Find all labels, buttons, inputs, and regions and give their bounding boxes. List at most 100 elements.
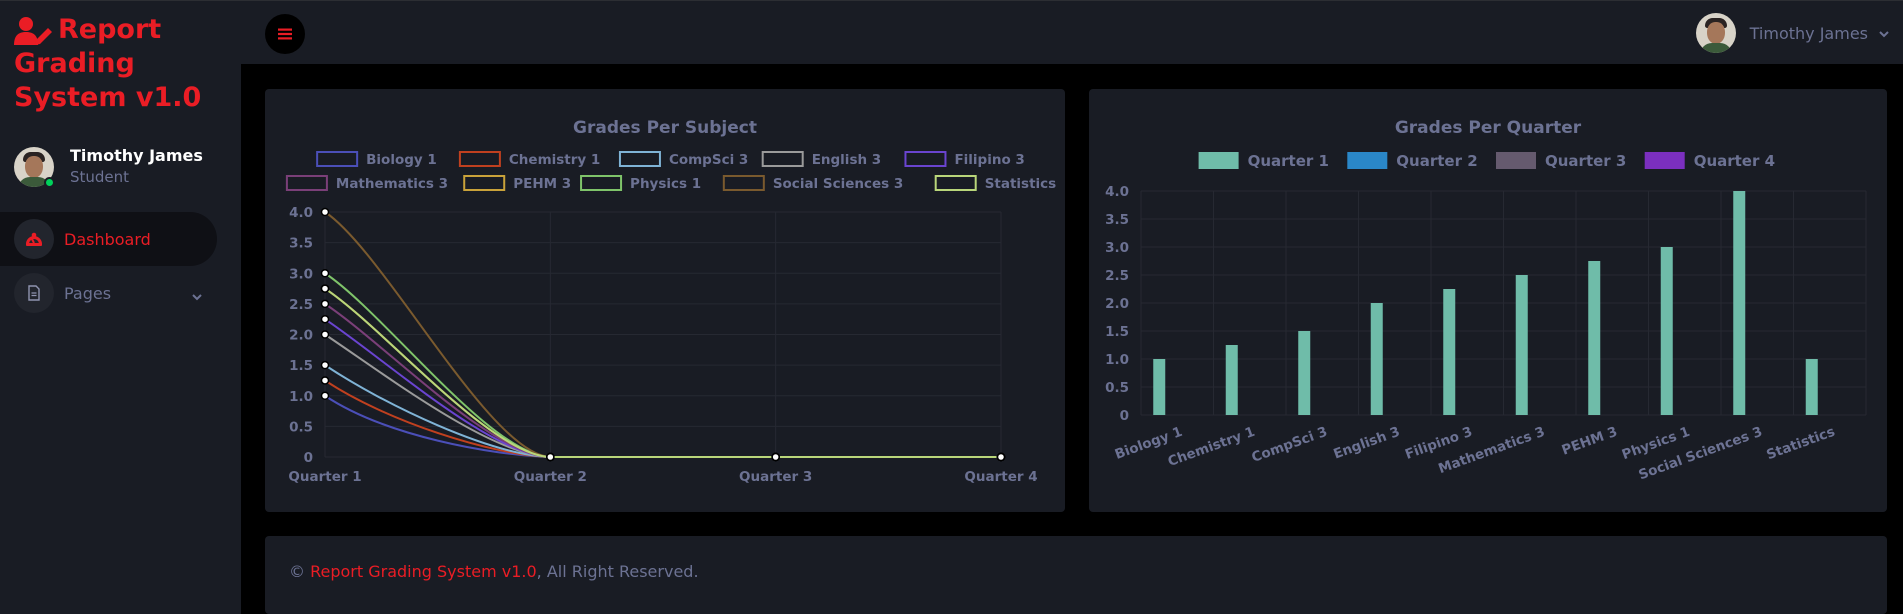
document-icon (14, 273, 54, 313)
legend-swatch (1644, 152, 1685, 169)
profile-name: Timothy James (70, 146, 203, 165)
bar (1515, 275, 1528, 415)
x-tick-label: Quarter 3 (739, 469, 812, 485)
y-tick-label: 4.0 (289, 205, 313, 221)
legend-swatch (934, 175, 977, 191)
y-tick-label: 1.5 (1105, 324, 1129, 340)
profile-role: Student (70, 168, 130, 186)
legend-label: Statistics (985, 176, 1057, 192)
sidebar: Report Grading System v1.0 Timothy James… (0, 0, 241, 614)
series-line (324, 364, 1001, 458)
user-menu[interactable]: Timothy James (1695, 13, 1890, 53)
brand-title[interactable]: Report Grading System v1.0 (14, 13, 234, 115)
bar (1370, 303, 1383, 415)
grades-per-quarter-chart: Grades Per Quarter Quarter 1 Quarter 2 Quar… (1105, 118, 1867, 484)
legend-swatch (1347, 152, 1388, 169)
x-tick-label: PEHM 3 (1560, 424, 1620, 459)
bar (1660, 247, 1673, 415)
sidebar-profile: Timothy James Student (14, 146, 203, 188)
x-tick-label: Quarter 1 (288, 469, 361, 485)
legend-swatch (618, 151, 661, 167)
data-point (320, 284, 330, 293)
x-tick-label: CompSci 3 (1250, 424, 1330, 466)
y-tick-label: 2.5 (1105, 268, 1129, 284)
footer-text: © Report Grading System v1.0, All Right … (289, 562, 699, 581)
chevron-down-icon (1878, 24, 1890, 43)
brand[interactable]: Report Grading System v1.0 (14, 13, 234, 123)
y-tick-label: 0.5 (1105, 380, 1129, 396)
copyright-symbol: © (289, 562, 305, 581)
data-point (320, 269, 330, 278)
legend-label: Mathematics 3 (336, 176, 448, 192)
legend-label: Physics 1 (630, 176, 701, 192)
legend-label: CompSci 3 (669, 152, 748, 168)
data-point (320, 360, 330, 370)
data-point (320, 376, 330, 385)
legend-label: English 3 (812, 152, 882, 168)
y-tick-label: 3.0 (1105, 240, 1129, 256)
grades-per-subject-chart: Grades Per Subject Biology 1 Chemistry 1 Co… (285, 118, 1057, 485)
sidebar-item-label: Dashboard (64, 229, 151, 249)
avatar (1695, 13, 1736, 53)
sidebar-item-pages[interactable]: Pages (0, 266, 217, 320)
legend-label: Quarter 4 (1694, 152, 1775, 170)
data-point (996, 452, 1006, 462)
y-tick-label: 1.5 (289, 358, 313, 374)
x-tick-label: Social Sciences 3 (1637, 424, 1765, 484)
legend-swatch (316, 151, 359, 167)
grades-per-subject-card: Grades Per Subject Biology 1 Chemistry 1 Co… (265, 89, 1065, 512)
legend-label: Quarter 3 (1545, 152, 1626, 170)
y-tick-label: 4.0 (1105, 184, 1129, 200)
legend-label: Social Sciences 3 (773, 176, 903, 192)
legend-label: Biology 1 (366, 152, 437, 168)
topbar: Timothy James (241, 0, 1903, 64)
legend-label: Quarter 2 (1396, 152, 1477, 170)
grades-per-quarter-card: Grades Per Quarter Quarter 1 Quarter 2 Quar… (1089, 89, 1887, 512)
y-tick-label: 3.0 (289, 266, 313, 282)
x-tick-label: Quarter 4 (964, 469, 1037, 485)
legend-swatch (458, 151, 501, 167)
legend-label: Chemistry 1 (509, 152, 600, 168)
chart-title: Grades Per Quarter (1395, 118, 1582, 138)
sidebar-item-label: Pages (64, 283, 112, 303)
data-point (320, 299, 330, 309)
hamburger-icon[interactable] (265, 14, 305, 54)
data-point (771, 452, 780, 462)
footer-brand-link[interactable]: Report Grading System v1.0 (310, 562, 537, 581)
legend-swatch (722, 175, 765, 191)
y-tick-label: 2.0 (289, 328, 313, 344)
y-tick-label: 2.0 (1105, 296, 1129, 312)
x-tick-label: English 3 (1331, 424, 1402, 463)
x-tick-label: Statistics (1764, 424, 1837, 464)
bar (1733, 191, 1746, 415)
chevron-down-icon[interactable] (191, 287, 203, 306)
bar (1805, 359, 1818, 415)
data-point (546, 452, 555, 462)
series-line (324, 303, 1001, 458)
y-tick-label: 3.5 (1105, 212, 1129, 228)
legend-swatch (580, 175, 623, 191)
footer: © Report Grading System v1.0, All Right … (265, 536, 1887, 614)
online-status-dot (44, 176, 55, 188)
footer-suffix: , All Right Reserved. (536, 562, 699, 581)
speedometer-icon (14, 219, 54, 259)
y-tick-label: 0.5 (289, 419, 313, 435)
sidebar-item-dashboard[interactable]: Dashboard (0, 212, 217, 266)
legend-label: Quarter 1 (1248, 152, 1329, 170)
y-tick-label: 1.0 (1105, 352, 1129, 368)
legend-label: PEHM 3 (513, 176, 571, 192)
bar (1443, 289, 1456, 415)
series-line (324, 287, 1001, 458)
chart-title: Grades Per Subject (573, 118, 757, 138)
bar (1298, 331, 1311, 415)
legend-swatch (904, 151, 947, 167)
y-tick-label: 0 (1120, 408, 1129, 424)
legend-swatch (1496, 152, 1536, 169)
y-tick-label: 3.5 (289, 236, 313, 252)
data-point (320, 314, 330, 324)
user-name: Timothy James (1749, 23, 1868, 43)
series-line (324, 379, 1001, 458)
y-tick-label: 1.0 (289, 389, 313, 405)
data-point (320, 391, 330, 400)
bar (1225, 345, 1238, 415)
